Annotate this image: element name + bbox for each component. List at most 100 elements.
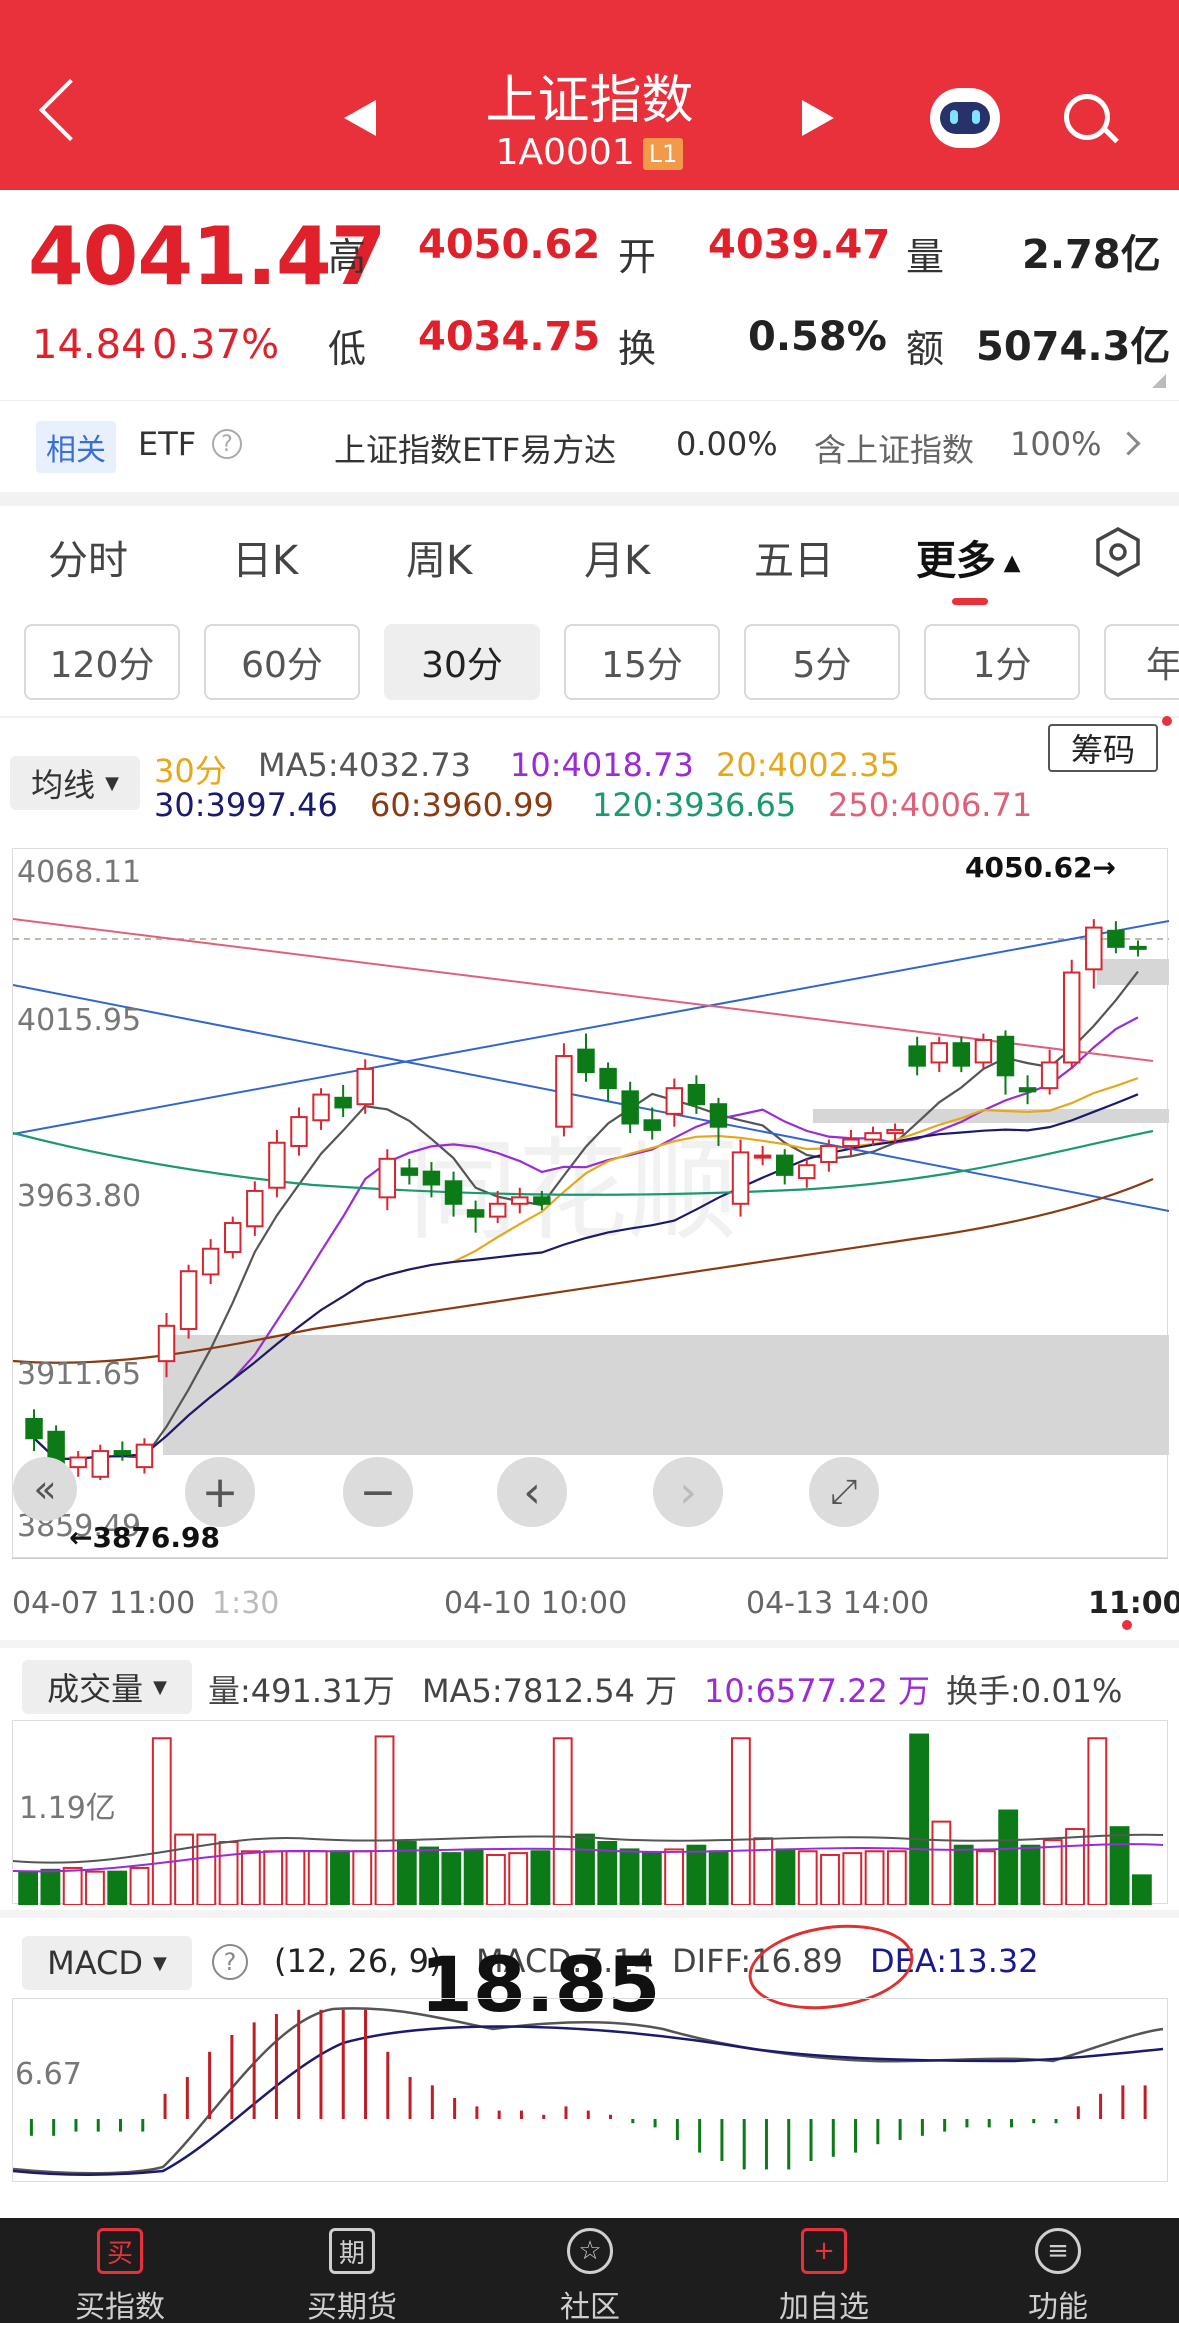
volume-bar: [307, 1850, 328, 1905]
tab-more[interactable]: 更多 ▲: [916, 528, 1021, 586]
pan-left-button[interactable]: ‹: [497, 1457, 567, 1527]
kline-svg: 同花顺: [13, 918, 1169, 1484]
pill-1min[interactable]: 1分: [924, 624, 1080, 700]
zoom-out-button[interactable]: −: [343, 1457, 413, 1527]
candle-body: [974, 1038, 993, 1064]
volume-bar: [62, 1866, 83, 1905]
etf-name[interactable]: 上证指数ETF易方达: [334, 425, 616, 471]
etf-label: ETF: [138, 425, 197, 463]
kline-chart[interactable]: 同花顺 4068.11 4015.95 3963.80 3911.65 3859…: [12, 848, 1169, 1558]
nav-buy-index-label: 买指数: [75, 2290, 165, 2325]
nav-community[interactable]: ☆ 社区: [490, 2228, 690, 2326]
high-label: 高: [328, 235, 367, 279]
macd-histogram-bar: [208, 2051, 212, 2119]
volume-svg: [13, 1733, 1164, 1905]
pill-year[interactable]: 年: [1104, 624, 1179, 700]
trend-line-up: [13, 920, 1169, 1135]
zoom-in-button[interactable]: +: [185, 1457, 255, 1527]
volume-bar: [708, 1850, 729, 1905]
pill-15min[interactable]: 15分: [564, 624, 720, 700]
turnover-value: 0.58%: [748, 314, 887, 360]
help-icon[interactable]: ?: [212, 429, 242, 459]
macd-histogram-bar: [564, 2106, 568, 2119]
chevron-right-icon[interactable]: [1116, 431, 1141, 456]
tab-five-day[interactable]: 五日: [754, 528, 834, 586]
macd-histogram-bar: [831, 2119, 835, 2157]
macd-histogram-bar: [965, 2119, 969, 2128]
macd-selector-button[interactable]: MACD ▼: [22, 1936, 192, 1990]
volume-bar: [552, 1737, 573, 1905]
candle-body: [511, 1196, 529, 1205]
candle-body: [687, 1083, 706, 1106]
section-divider: [0, 716, 1179, 718]
volume-bar: [864, 1850, 885, 1905]
page-title: 上证指数: [485, 71, 694, 131]
pan-right-button[interactable]: ›: [653, 1457, 723, 1527]
ma120-value: 120:3936.65: [592, 786, 797, 824]
macd-histogram-bar: [185, 2077, 189, 2119]
nav-community-label: 社区: [560, 2290, 620, 2325]
nav-functions[interactable]: ≡ 功能: [958, 2228, 1158, 2326]
macd-histogram-bar: [252, 2022, 256, 2119]
chips-button[interactable]: 筹码: [1048, 724, 1158, 772]
pill-120min[interactable]: 120分: [24, 624, 180, 700]
volume-bar: [463, 1848, 484, 1905]
macd-histogram-bar: [96, 2119, 100, 2132]
macd-histogram-bar: [341, 2009, 345, 2119]
volume-selector-button[interactable]: 成交量 ▼: [22, 1660, 192, 1714]
next-index-icon[interactable]: [802, 100, 834, 136]
tab-monthly-k[interactable]: 月K: [584, 528, 650, 586]
macd-histogram-bar: [274, 2014, 278, 2119]
diff-line: [13, 2007, 1164, 2175]
candle-body: [731, 1151, 750, 1205]
nav-buy-index[interactable]: 买 买指数: [20, 2228, 220, 2326]
nav-add-watchlist[interactable]: + 加自选: [724, 2228, 924, 2326]
candle-body: [665, 1087, 684, 1115]
tab-daily-k[interactable]: 日K: [232, 528, 298, 586]
settings-hexagon-icon[interactable]: [1092, 526, 1144, 578]
add-icon: +: [801, 2228, 847, 2274]
x-label-2: 1:30: [212, 1586, 280, 1621]
caret-up-icon: ▲: [996, 550, 1021, 576]
candle-body: [1062, 971, 1081, 1064]
volume-bar: [641, 1852, 662, 1905]
pill-5min[interactable]: 5分: [744, 624, 900, 700]
candle-body: [25, 1417, 43, 1440]
pill-60min[interactable]: 60分: [204, 624, 360, 700]
pill-30min[interactable]: 30分: [384, 624, 540, 700]
candle-body: [246, 1189, 264, 1228]
bottom-nav: 买 买指数 期 买期货 ☆ 社区 + 加自选 ≡ 功能: [0, 2218, 1179, 2326]
volume-bar: [909, 1733, 930, 1905]
x-label-1: 04-07 11:00: [12, 1586, 196, 1621]
macd-histogram-bar: [943, 2119, 947, 2132]
ma5-value: MA5:4032.73: [258, 746, 471, 784]
volume-chart: 1.19亿: [12, 1720, 1168, 1905]
macd-histogram-bar: [898, 2119, 902, 2140]
candle-body: [709, 1103, 728, 1128]
turnover-label: 换: [618, 327, 657, 371]
macd-histogram-bar: [297, 2009, 301, 2119]
related-etf-row[interactable]: 相关 ETF ? 上证指数ETF易方达 0.00% 含上证指数 100%: [0, 400, 1179, 493]
buy-icon: 买: [97, 2228, 143, 2274]
fullscreen-button[interactable]: ⤢: [809, 1457, 879, 1527]
nav-buy-futures[interactable]: 期 买期货: [252, 2228, 452, 2326]
index-code: 1A0001 L1: [0, 132, 1179, 173]
volume-bar: [842, 1852, 863, 1905]
scroll-left-button[interactable]: «: [13, 1457, 77, 1521]
y-label-2: 4015.95: [17, 1003, 142, 1038]
candle-body: [1040, 1061, 1059, 1090]
candle-body: [69, 1456, 87, 1469]
macd-histogram-bar: [1076, 2106, 1080, 2119]
caret-down-icon: ▼: [105, 772, 119, 794]
tab-intraday[interactable]: 分时: [48, 528, 128, 586]
tab-weekly-k[interactable]: 周K: [406, 528, 472, 586]
y-label-4: 3911.65: [17, 1357, 142, 1392]
expand-corner-icon[interactable]: [1152, 374, 1166, 388]
candle-body: [996, 1035, 1015, 1077]
search-icon[interactable]: [1064, 94, 1110, 140]
ma-selector-button[interactable]: 均线 ▼: [10, 756, 140, 810]
help-icon[interactable]: ?: [212, 1944, 248, 1980]
volume-bar: [485, 1853, 506, 1905]
assistant-robot-icon[interactable]: [930, 88, 1000, 148]
candle-body: [599, 1067, 617, 1090]
